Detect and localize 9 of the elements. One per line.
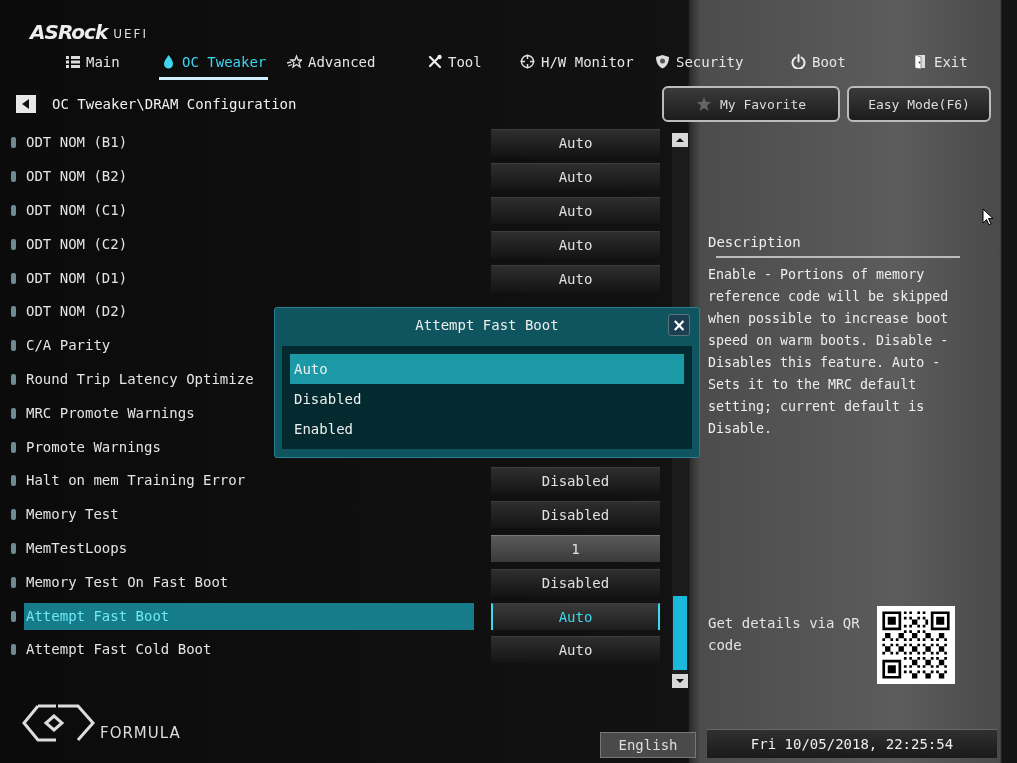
description-title: Description	[708, 234, 802, 250]
qr-caption: Get details via QR code	[708, 614, 861, 655]
breadcrumb-path: OC Tweaker\DRAM Configuration	[52, 96, 298, 112]
date-time: Fri 10/05/2018, 22:25:54	[707, 729, 997, 758]
brand-logo: ASRock	[30, 20, 108, 44]
formula-wordmark: FORMULA	[100, 724, 181, 742]
dialog-title: Attempt Fast Boot	[414, 316, 560, 335]
logo-suffix: UEFI	[113, 27, 148, 43]
description-text: Enable - Portions of memory reference code will be skipped when possible to increase boot speed on warm boots. Disable - Disables this feature. Auto - Sets it to the MRC default setting; current default is Disable.	[708, 266, 950, 438]
